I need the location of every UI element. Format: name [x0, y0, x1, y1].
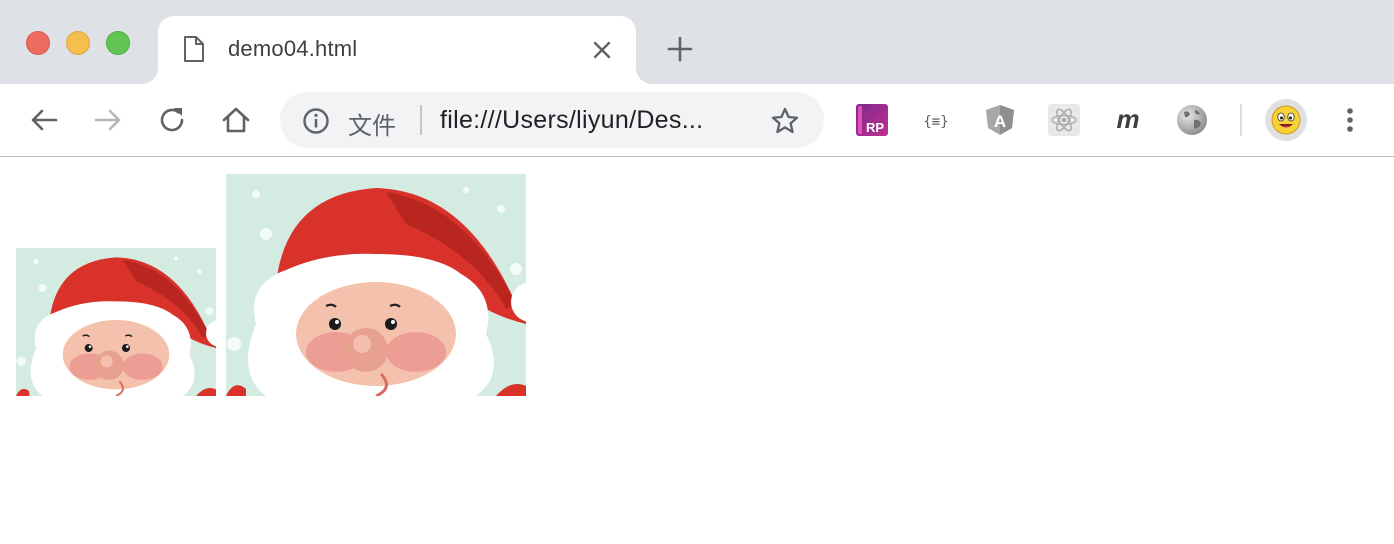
reload-icon[interactable]	[156, 104, 188, 136]
santa-icon	[226, 174, 526, 396]
globe-icon[interactable]	[1174, 102, 1210, 138]
omnibox-divider	[420, 105, 422, 135]
angular-icon[interactable]: A	[982, 102, 1018, 138]
home-icon[interactable]	[220, 104, 252, 136]
tab-title: demo04.html	[228, 36, 358, 61]
m-label: m	[1116, 104, 1139, 134]
json-viewer-label: {≡}	[923, 114, 948, 130]
star-icon[interactable]	[770, 106, 800, 141]
json-viewer-icon[interactable]: {≡}	[918, 102, 954, 138]
window-maximize-button[interactable]	[106, 31, 130, 55]
page-content	[0, 158, 1394, 544]
omnibox[interactable]: 文件 file:///Users/liyun/Des...	[280, 92, 824, 148]
new-tab-button[interactable]	[665, 34, 695, 64]
url-text[interactable]: file:///Users/liyun/Des...	[440, 106, 703, 135]
tab-strip: demo04.html	[0, 0, 1394, 84]
menu-icon[interactable]	[1336, 104, 1364, 136]
axure-rp-label: RP	[866, 120, 884, 135]
avatar[interactable]	[1265, 99, 1307, 141]
toolbar-divider	[1240, 104, 1242, 136]
window-close-button[interactable]	[26, 31, 50, 55]
santa-image-small	[16, 248, 216, 396]
forward-icon[interactable]	[92, 104, 124, 136]
m-icon[interactable]: m	[1110, 102, 1146, 138]
react-icon[interactable]	[1046, 102, 1082, 138]
tab-close-icon[interactable]	[590, 38, 614, 62]
file-icon	[182, 35, 206, 68]
window-minimize-button[interactable]	[66, 31, 90, 55]
toolbar: 文件 file:///Users/liyun/Des... RP {≡} A m	[0, 84, 1394, 157]
tab-active[interactable]: demo04.html	[142, 16, 652, 84]
back-icon[interactable]	[28, 104, 60, 136]
santa-image-large	[226, 174, 526, 396]
axure-rp-icon[interactable]: RP	[854, 102, 890, 138]
tab-curve-left	[142, 68, 158, 84]
info-icon[interactable]	[302, 107, 330, 140]
santa-icon	[16, 248, 216, 396]
angular-label: A	[994, 112, 1006, 131]
scheme-label: 文件	[348, 113, 396, 140]
tab-curve-right	[636, 68, 652, 84]
